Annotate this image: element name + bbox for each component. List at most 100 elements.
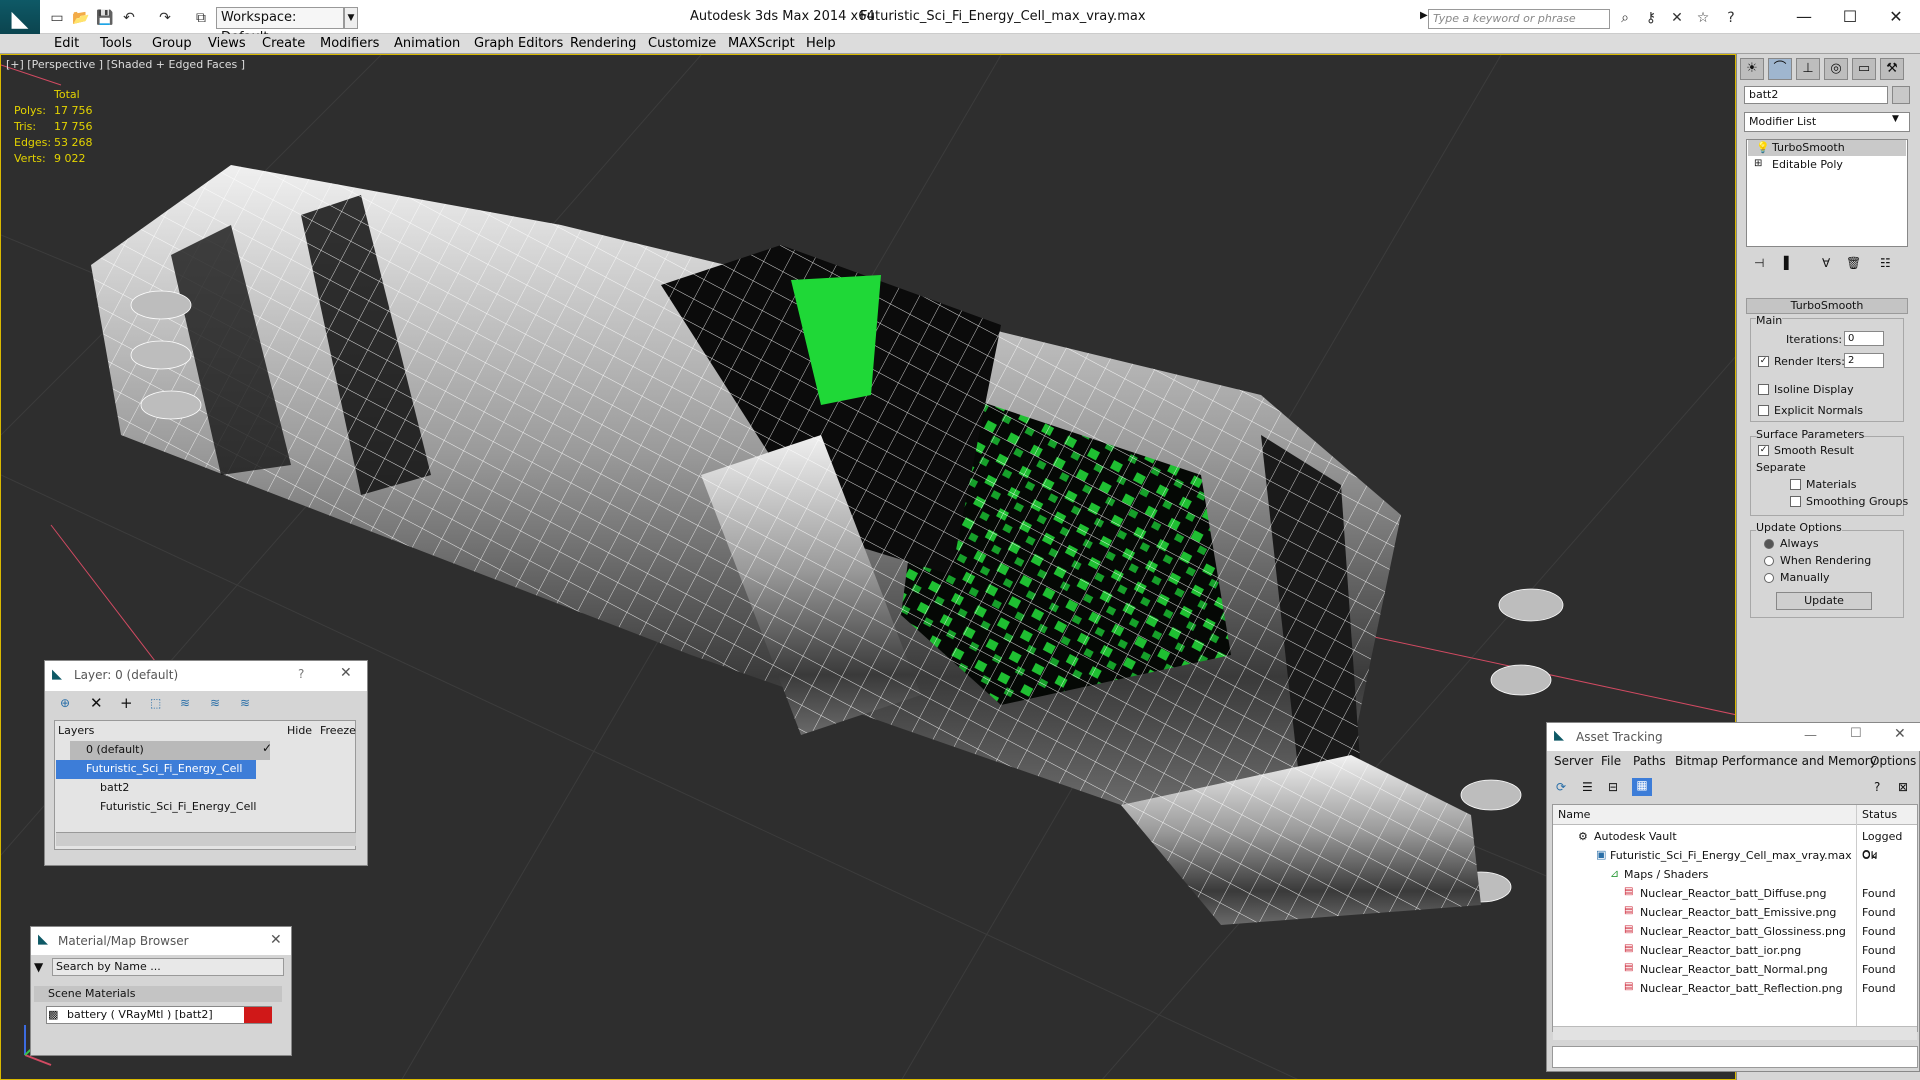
asset-row-ior[interactable]: Nuclear_Reactor_batt_ior.png [1640, 942, 1801, 961]
maximize-button[interactable]: ☐ [1830, 4, 1870, 30]
table-view-icon[interactable]: ⊟ [1608, 780, 1618, 794]
menu-tools[interactable]: Tools [100, 36, 132, 51]
pin-stack-icon[interactable]: ⊣ [1754, 256, 1764, 270]
asset-row-vault[interactable]: Autodesk Vault [1594, 828, 1677, 847]
make-unique-icon[interactable]: ∀ [1822, 256, 1830, 270]
render-iters-spinner[interactable]: 2 [1844, 353, 1884, 368]
close-button[interactable]: ✕ [1876, 4, 1916, 30]
object-name-field[interactable]: batt2 [1744, 86, 1888, 104]
workspace-dropdown[interactable]: Workspace: Default [216, 7, 344, 45]
asset-horizontal-scrollbar[interactable] [1553, 1026, 1917, 1040]
asset-row-maps-shaders[interactable]: Maps / Shaders [1624, 866, 1708, 885]
layer-row-batt2[interactable]: batt2 [100, 779, 129, 798]
exchange-icon[interactable]: ✕ [1668, 9, 1686, 27]
scene-materials-section[interactable]: Scene Materials [34, 986, 282, 1002]
asset-minimize-button[interactable]: — [1804, 728, 1817, 743]
redo-icon[interactable]: ↷ [156, 9, 174, 27]
menu-animation[interactable]: Animation [394, 36, 460, 51]
workspace-arrow-icon[interactable]: ▼ [344, 7, 358, 29]
menu-modifiers[interactable]: Modifiers [320, 36, 379, 51]
remove-modifier-icon[interactable]: 🗑 [1846, 256, 1861, 270]
materials-checkbox[interactable] [1790, 479, 1801, 490]
select-objects-icon[interactable]: ⬚ [150, 696, 161, 710]
help-asset-icon[interactable]: ? [1874, 780, 1880, 794]
asset-menu-bitmap[interactable]: Bitmap Performance and Memory [1675, 754, 1877, 768]
asset-menu-options[interactable]: Options [1870, 754, 1916, 768]
asset-menu-paths[interactable]: Paths [1633, 754, 1666, 768]
freeze-column-header[interactable]: Freeze [320, 722, 356, 741]
stack-item-editable-poly[interactable]: Editable Poly [1748, 157, 1906, 173]
refresh-icon[interactable]: ⟳ [1556, 780, 1566, 794]
modify-tab-icon[interactable]: ⌒ [1768, 58, 1792, 80]
project-folder-icon[interactable]: ⧉ [192, 9, 210, 27]
delete-layer-icon[interactable]: ✕ [90, 694, 103, 712]
modifier-list-dropdown[interactable]: Modifier List [1744, 112, 1910, 132]
grid-view-icon[interactable]: ▦ [1632, 778, 1652, 796]
asset-name-column-header[interactable]: Name [1558, 806, 1590, 825]
asset-menu-server[interactable]: Server [1554, 754, 1593, 768]
manually-radio[interactable] [1764, 573, 1774, 583]
asset-row-glossiness[interactable]: Nuclear_Reactor_batt_Glossiness.png [1640, 923, 1846, 942]
menu-customize[interactable]: Customize [648, 36, 716, 51]
hierarchy-tab-icon[interactable]: ⊥ [1796, 58, 1820, 80]
stack-item-turbosmooth[interactable]: TurboSmooth [1748, 140, 1906, 156]
display-tab-icon[interactable]: ▭ [1852, 58, 1876, 80]
object-color-swatch[interactable] [1892, 86, 1910, 104]
asset-path-field[interactable] [1552, 1046, 1918, 1068]
expand-plus-icon[interactable]: ⊞ [1754, 158, 1762, 169]
asset-menu-file[interactable]: File [1601, 754, 1621, 768]
open-file-icon[interactable]: 📂 [72, 9, 90, 27]
menu-maxscript[interactable]: MAXScript [728, 36, 795, 51]
motion-tab-icon[interactable]: ◎ [1824, 58, 1848, 80]
menu-views[interactable]: Views [208, 36, 246, 51]
update-button[interactable]: Update [1776, 592, 1872, 610]
smooth-result-checkbox[interactable]: ✓ [1758, 445, 1769, 456]
render-iters-checkbox[interactable]: ✓ [1758, 356, 1769, 367]
freeze-all-icon[interactable]: ≋ [240, 696, 250, 710]
modifier-list-arrow-icon[interactable]: ▼ [1892, 114, 1899, 124]
binoculars-icon[interactable]: ⌕ [1616, 9, 1634, 27]
turbosmooth-rollout-header[interactable]: TurboSmooth [1746, 298, 1908, 314]
show-end-result-icon[interactable]: ▌ [1784, 256, 1793, 270]
asset-row-reflection[interactable]: Nuclear_Reactor_batt_Reflection.png [1640, 980, 1843, 999]
layer-horizontal-scrollbar[interactable] [56, 832, 356, 846]
asset-maximize-button[interactable]: ☐ [1850, 726, 1862, 741]
layer-row-energy-cell[interactable]: Futuristic_Sci_Fi_Energy_Cell [56, 760, 256, 779]
list-view-icon[interactable]: ☰ [1582, 780, 1593, 794]
add-to-layer-icon[interactable]: + [120, 694, 133, 712]
layer-row-default[interactable]: 0 (default) [70, 741, 270, 760]
always-radio[interactable] [1764, 539, 1774, 549]
filter-menu-icon[interactable]: ▼ [34, 960, 43, 974]
asset-close-button[interactable]: ✕ [1894, 726, 1906, 742]
menu-create[interactable]: Create [262, 36, 305, 51]
menu-edit[interactable]: Edit [54, 36, 79, 51]
layer-row-energy-cell-object[interactable]: Futuristic_Sci_Fi_Energy_Cell [100, 798, 256, 817]
menu-graph-editors[interactable]: Graph Editors [474, 36, 563, 51]
search-expand-icon[interactable]: ▶ [1420, 10, 1428, 21]
material-item-battery[interactable]: battery ( VRayMtl ) [batt2] [46, 1006, 272, 1024]
when-rendering-radio[interactable] [1764, 556, 1774, 566]
hide-all-icon[interactable]: ≋ [210, 696, 220, 710]
configure-sets-icon[interactable]: ☷ [1880, 256, 1891, 270]
explicit-normals-checkbox[interactable] [1758, 405, 1769, 416]
menu-group[interactable]: Group [152, 36, 192, 51]
highlight-layer-icon[interactable]: ≋ [180, 696, 190, 710]
layers-column-header[interactable]: Layers [58, 722, 94, 741]
favorites-icon[interactable]: ☆ [1694, 9, 1712, 27]
asset-status-column-header[interactable]: Status [1862, 806, 1897, 825]
create-tab-icon[interactable]: ☀ [1740, 58, 1764, 80]
pin-asset-icon[interactable]: ⊠ [1898, 780, 1908, 794]
menu-help[interactable]: Help [806, 36, 836, 51]
utilities-tab-icon[interactable]: ⚒ [1880, 58, 1904, 80]
help-icon[interactable]: ? [1722, 9, 1740, 27]
material-close-button[interactable]: ✕ [270, 932, 282, 948]
search-input[interactable]: Type a keyword or phrase [1428, 9, 1610, 29]
menu-rendering[interactable]: Rendering [570, 36, 636, 51]
isoline-checkbox[interactable] [1758, 384, 1769, 395]
save-icon[interactable]: 💾 [96, 9, 114, 27]
asset-row-scene-file[interactable]: Futuristic_Sci_Fi_Energy_Cell_max_vray.m… [1610, 847, 1852, 866]
layer-help-button[interactable]: ? [298, 667, 304, 681]
lightbulb-icon[interactable]: 💡 [1756, 141, 1770, 154]
asset-row-normal[interactable]: Nuclear_Reactor_batt_Normal.png [1640, 961, 1828, 980]
new-layer-icon[interactable]: ⊕ [60, 696, 70, 710]
